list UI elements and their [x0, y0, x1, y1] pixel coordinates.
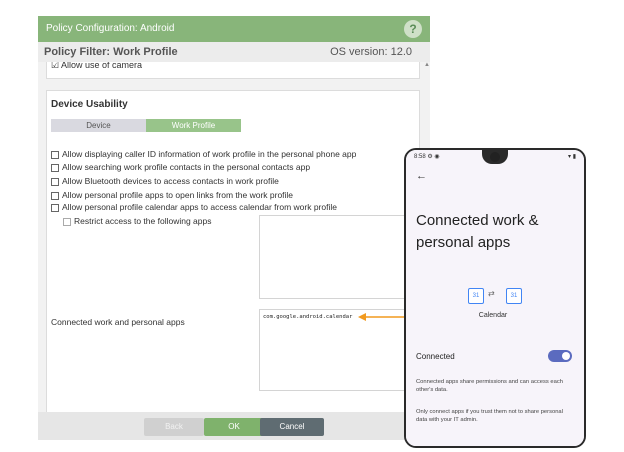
status-icons: ▾ ▮	[568, 154, 576, 160]
section-heading: Device Usability	[51, 99, 128, 110]
option-label: Allow Bluetooth devices to access contac…	[62, 176, 279, 186]
policy-dialog: Policy Configuration: Android ? Policy F…	[38, 16, 430, 440]
swap-icon: ⇄	[488, 289, 495, 298]
checkbox[interactable]	[63, 217, 71, 226]
option-label: Allow displaying caller ID information o…	[62, 149, 357, 159]
option-open-links[interactable]: Allow personal profile apps to open link…	[51, 190, 293, 200]
camera-label: Allow use of camera	[61, 62, 143, 70]
restricted-apps-textarea[interactable]	[259, 215, 421, 299]
app-name: Calendar	[478, 312, 508, 319]
filter-bar: Policy Filter: Work Profile OS version: …	[38, 42, 430, 62]
connected-apps-textarea[interactable]: com.google.android.calendar	[259, 309, 421, 391]
option-search-contacts[interactable]: Allow searching work profile contacts in…	[51, 162, 310, 172]
option-restrict-apps[interactable]: Restrict access to the following apps	[63, 216, 211, 226]
connected-label: Connected	[416, 352, 455, 361]
status-time: 8:58 ⚙ ◉	[414, 154, 440, 160]
device-usability-section: Device Usability Device Work Profile All…	[46, 90, 421, 412]
checkbox[interactable]	[51, 150, 59, 159]
trust-warning: Only connect apps if you trust them not …	[416, 409, 563, 423]
phone-page-title: Connected work & personal apps	[416, 212, 539, 251]
callout-arrow-icon	[358, 313, 408, 321]
checkbox[interactable]	[51, 191, 59, 200]
help-icon[interactable]: ?	[404, 20, 422, 38]
front-camera	[490, 152, 500, 162]
checkbox[interactable]	[51, 203, 59, 212]
dialog-title: Policy Configuration: Android	[46, 23, 175, 34]
connected-description: Connected apps share permissions and can…	[416, 379, 563, 393]
connected-apps-value: com.google.android.calendar	[263, 314, 353, 320]
dialog-footer: Back OK Cancel	[38, 412, 430, 440]
option-caller-id[interactable]: Allow displaying caller ID information o…	[51, 149, 356, 159]
camera-section: ☑ Allow use of camera	[46, 62, 420, 79]
option-label: Restrict access to the following apps	[74, 216, 212, 226]
cancel-button[interactable]: Cancel	[260, 418, 324, 436]
profile-segmented-control: Device Work Profile	[51, 119, 241, 132]
camera-checkbox[interactable]: ☑	[51, 62, 59, 71]
settings-scroll-area: ☑ Allow use of camera Device Usability D…	[38, 62, 430, 412]
tab-work-profile[interactable]: Work Profile	[146, 119, 241, 132]
checkbox[interactable]	[51, 163, 59, 172]
option-label: Allow personal profile calendar apps to …	[62, 202, 337, 212]
ok-button[interactable]: OK	[204, 418, 264, 436]
connected-toggle[interactable]	[548, 350, 572, 362]
option-calendar-access[interactable]: Allow personal profile calendar apps to …	[51, 202, 337, 212]
option-label: Allow searching work profile contacts in…	[62, 162, 311, 172]
tab-device[interactable]: Device	[51, 119, 146, 132]
calendar-work-icon: 31	[506, 288, 522, 304]
os-version-label: OS version: 12.0	[330, 46, 412, 58]
calendar-personal-icon: 31	[468, 288, 484, 304]
back-arrow-icon[interactable]: ←	[416, 170, 427, 182]
phone-mockup: 8:58 ⚙ ◉ ▾ ▮ ← Connected work & personal…	[404, 148, 586, 448]
phone-screen: 8:58 ⚙ ◉ ▾ ▮ ← Connected work & personal…	[406, 150, 584, 446]
option-label: Allow personal profile apps to open link…	[62, 190, 294, 200]
toggle-knob	[562, 352, 570, 360]
option-bluetooth-contacts[interactable]: Allow Bluetooth devices to access contac…	[51, 176, 279, 186]
connected-apps-label: Connected work and personal apps	[51, 317, 185, 327]
app-icons-row: 31 ⇄ 31	[464, 288, 524, 306]
policy-filter-label: Policy Filter: Work Profile	[44, 46, 178, 58]
back-button[interactable]: Back	[144, 418, 204, 436]
checkbox[interactable]	[51, 177, 59, 186]
scroll-up-icon[interactable]: ▲	[424, 62, 430, 68]
dialog-titlebar: Policy Configuration: Android ?	[38, 16, 430, 42]
